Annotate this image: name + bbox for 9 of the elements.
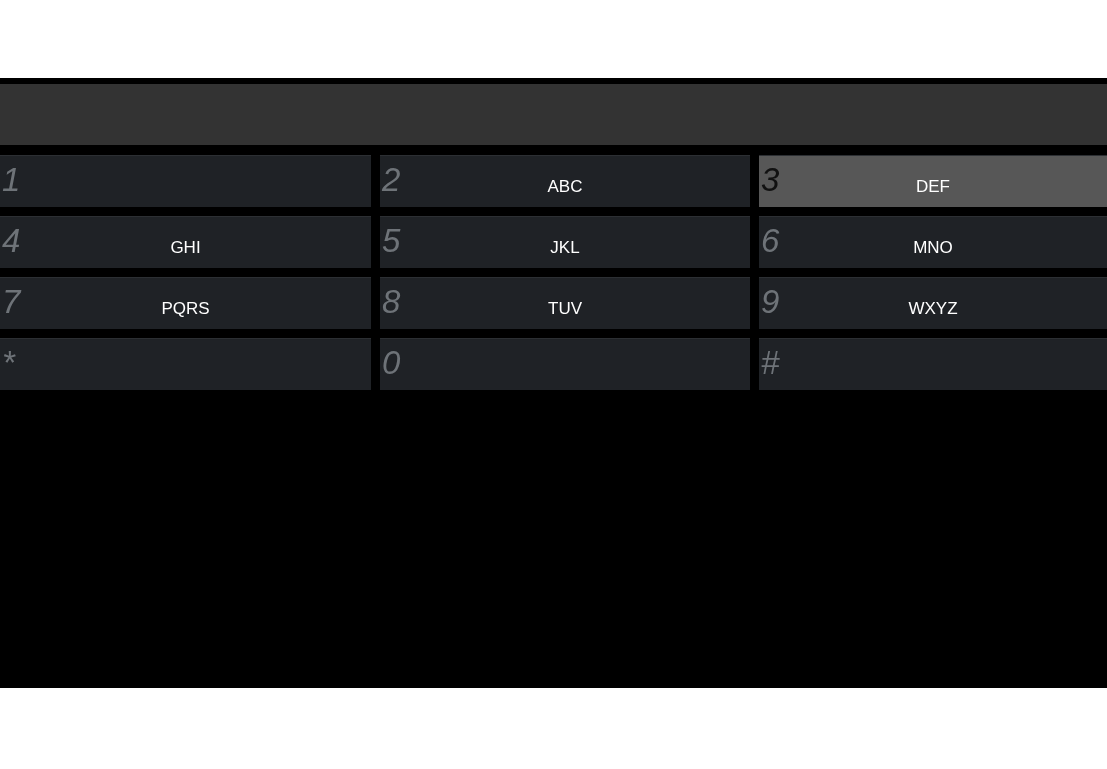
dial-key[interactable]: 7 PQRS — [0, 277, 371, 329]
dial-key[interactable]: 2 ABC — [380, 155, 750, 207]
dial-key[interactable]: 4 GHI — [0, 216, 371, 268]
dial-key[interactable]: 9 WXYZ — [759, 277, 1107, 329]
dial-key[interactable]: 3 DEF — [759, 155, 1107, 207]
display-field[interactable] — [0, 84, 1107, 145]
dial-key[interactable]: 6 MNO — [759, 216, 1107, 268]
dial-key[interactable]: 5 JKL — [380, 216, 750, 268]
dial-key[interactable]: 8 TUV — [380, 277, 750, 329]
